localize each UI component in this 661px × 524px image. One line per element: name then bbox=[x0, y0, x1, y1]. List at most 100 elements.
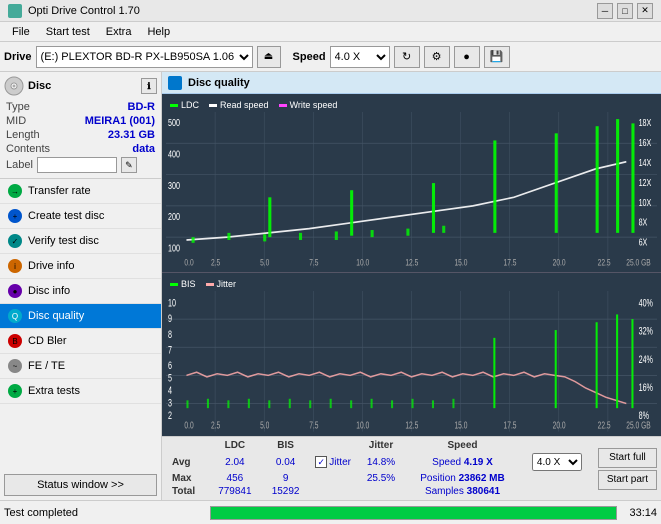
start-part-button[interactable]: Start part bbox=[598, 470, 657, 490]
bis-header: BIS bbox=[262, 439, 309, 452]
progress-bar-fill bbox=[211, 507, 616, 519]
nav-fe-te-label: FE / TE bbox=[28, 360, 65, 372]
status-window-button[interactable]: Status window >> bbox=[4, 474, 157, 496]
dq-header-icon bbox=[168, 76, 182, 90]
charts-area: LDC Read speed Write speed bbox=[162, 94, 661, 436]
nav-cd-bler-label: CD Bler bbox=[28, 335, 67, 347]
disc-quality-icon: Q bbox=[8, 309, 22, 323]
menu-help[interactable]: Help bbox=[139, 24, 178, 40]
disc-mid-value: MEIRA1 (001) bbox=[85, 115, 155, 127]
total-bis: 15292 bbox=[262, 485, 309, 498]
speed-current-value: 4.19 X bbox=[464, 457, 493, 468]
bottom-chart-wrapper: 10 9 8 7 6 5 4 3 2 40% 32% 24% 16% bbox=[166, 291, 657, 432]
speed-test-select[interactable]: 4.0 X bbox=[532, 453, 582, 471]
nav-drive-info[interactable]: i Drive info bbox=[0, 254, 161, 279]
burn-button[interactable]: ● bbox=[454, 46, 480, 68]
menu-start-test[interactable]: Start test bbox=[38, 24, 98, 40]
disc-label-label: Label bbox=[6, 159, 33, 171]
svg-text:40%: 40% bbox=[639, 298, 653, 310]
drive-info-icon: i bbox=[8, 259, 22, 273]
svg-text:22.5: 22.5 bbox=[598, 258, 611, 268]
drive-select[interactable]: (E:) PLEXTOR BD-R PX-LB950SA 1.06 bbox=[36, 46, 253, 68]
menu-file[interactable]: File bbox=[4, 24, 38, 40]
disc-label-btn[interactable]: ✎ bbox=[121, 157, 137, 173]
nav-extra-tests[interactable]: + Extra tests bbox=[0, 379, 161, 404]
disc-svg-icon bbox=[4, 76, 24, 96]
speed-header: Speed bbox=[405, 439, 520, 452]
avg-jitter: 14.8% bbox=[357, 452, 405, 472]
svg-text:9: 9 bbox=[168, 313, 172, 325]
svg-text:0.0: 0.0 bbox=[184, 258, 194, 268]
top-legend: LDC Read speed Write speed bbox=[166, 98, 657, 112]
settings-button[interactable]: ⚙ bbox=[424, 46, 450, 68]
disc-panel-header: Disc ℹ bbox=[4, 76, 157, 96]
svg-text:7.5: 7.5 bbox=[309, 258, 319, 268]
svg-text:24%: 24% bbox=[639, 354, 653, 366]
svg-text:5: 5 bbox=[168, 373, 172, 385]
jitter-checkbox-container: ✓ Jitter bbox=[315, 456, 351, 468]
nav-disc-quality-label: Disc quality bbox=[28, 310, 84, 322]
app-title: Opti Drive Control 1.70 bbox=[28, 5, 140, 17]
legend-ldc: LDC bbox=[170, 100, 199, 110]
avg-label: Avg bbox=[166, 452, 208, 472]
svg-text:15.0: 15.0 bbox=[454, 419, 467, 431]
jitter-checkbox[interactable]: ✓ bbox=[315, 456, 327, 468]
svg-text:8X: 8X bbox=[639, 217, 648, 228]
nav-disc-quality[interactable]: Q Disc quality bbox=[0, 304, 161, 329]
nav-transfer-rate[interactable]: → Transfer rate bbox=[0, 179, 161, 204]
svg-text:0.0: 0.0 bbox=[184, 419, 193, 431]
eject-button[interactable]: ⏏ bbox=[257, 46, 281, 68]
nav-create-test-disc[interactable]: + Create test disc bbox=[0, 204, 161, 229]
svg-text:22.5: 22.5 bbox=[598, 419, 611, 431]
title-bar-left: Opti Drive Control 1.70 bbox=[8, 4, 140, 18]
nav-fe-te[interactable]: ~ FE / TE bbox=[0, 354, 161, 379]
close-button[interactable]: ✕ bbox=[637, 3, 653, 19]
disc-info-btn[interactable]: ℹ bbox=[141, 78, 157, 94]
cd-bler-icon: B bbox=[8, 334, 22, 348]
fe-te-icon: ~ bbox=[8, 359, 22, 373]
stats-max-row: Max 456 9 25.5% Position 23862 MB bbox=[166, 472, 594, 485]
svg-text:7.5: 7.5 bbox=[309, 419, 318, 431]
svg-text:17.5: 17.5 bbox=[504, 419, 517, 431]
nav-drive-info-label: Drive info bbox=[28, 260, 74, 272]
jitter-legend-dot bbox=[206, 283, 214, 286]
nav-cd-bler[interactable]: B CD Bler bbox=[0, 329, 161, 354]
svg-text:10X: 10X bbox=[639, 197, 652, 208]
jitter-legend-label: Jitter bbox=[217, 279, 237, 289]
nav-disc-info[interactable]: ● Disc info bbox=[0, 279, 161, 304]
write-speed-legend-dot bbox=[279, 104, 287, 107]
svg-text:100: 100 bbox=[168, 242, 180, 253]
disc-length-row: Length 23.31 GB bbox=[4, 128, 157, 142]
main-area: Disc ℹ Type BD-R MID MEIRA1 (001) Length… bbox=[0, 72, 661, 500]
total-label: Total bbox=[166, 485, 208, 498]
disc-type-value: BD-R bbox=[128, 101, 156, 113]
bottom-legend: BIS Jitter bbox=[166, 277, 657, 291]
disc-panel-title: Disc bbox=[28, 80, 51, 92]
samples-value: 380641 bbox=[467, 486, 500, 497]
disc-label-input[interactable] bbox=[37, 157, 117, 173]
speed-select[interactable]: 4.0 X bbox=[330, 46, 390, 68]
svg-text:6: 6 bbox=[168, 360, 172, 372]
position-label: Position bbox=[420, 473, 458, 484]
svg-text:17.5: 17.5 bbox=[504, 258, 517, 268]
refresh-button[interactable]: ↻ bbox=[394, 46, 420, 68]
menu-extra[interactable]: Extra bbox=[98, 24, 140, 40]
disc-length-label: Length bbox=[6, 129, 40, 141]
nav-verify-test-disc-label: Verify test disc bbox=[28, 235, 99, 247]
start-full-button[interactable]: Start full bbox=[598, 448, 657, 468]
svg-text:10.0: 10.0 bbox=[356, 258, 369, 268]
nav-verify-test-disc[interactable]: ✓ Verify test disc bbox=[0, 229, 161, 254]
status-bar: Test completed 33:14 bbox=[0, 500, 661, 524]
svg-text:4: 4 bbox=[168, 385, 172, 397]
maximize-button[interactable]: □ bbox=[617, 3, 633, 19]
max-ldc: 456 bbox=[208, 472, 262, 485]
disc-mid-row: MID MEIRA1 (001) bbox=[4, 114, 157, 128]
bottom-chart: BIS Jitter bbox=[162, 273, 661, 436]
svg-text:12.5: 12.5 bbox=[405, 258, 418, 268]
minimize-button[interactable]: ─ bbox=[597, 3, 613, 19]
disc-contents-value: data bbox=[132, 143, 155, 155]
status-time: 33:14 bbox=[629, 507, 657, 519]
save-button[interactable]: 💾 bbox=[484, 46, 510, 68]
ldc-legend-dot bbox=[170, 104, 178, 107]
top-chart: LDC Read speed Write speed bbox=[162, 94, 661, 272]
